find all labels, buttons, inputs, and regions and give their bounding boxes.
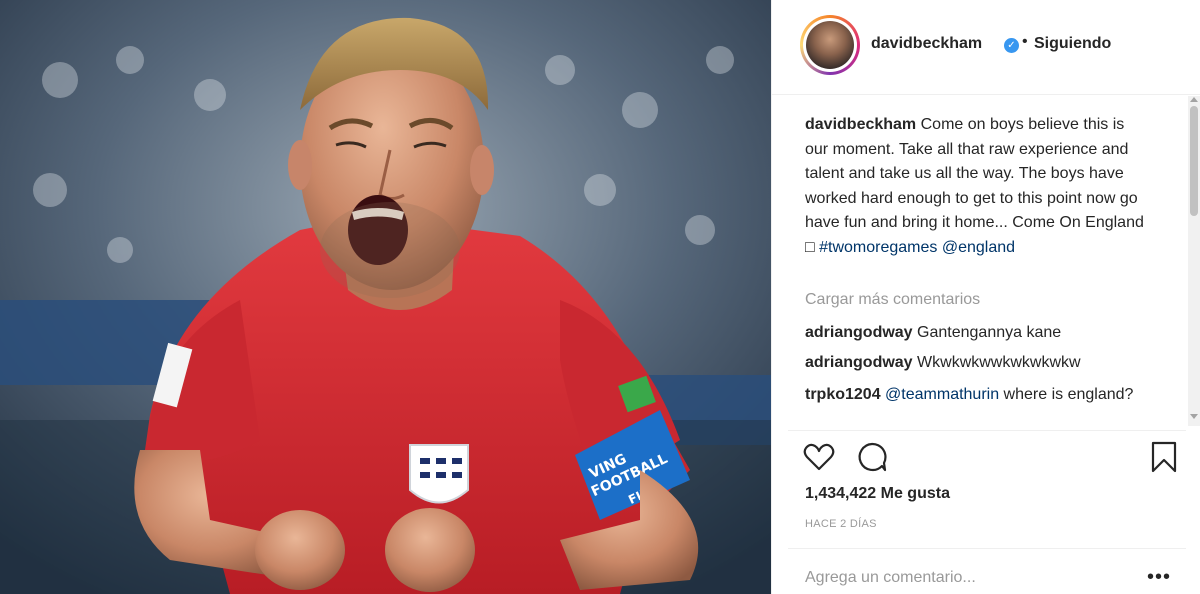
comment-text: where is england? [999, 386, 1134, 403]
post-caption: davidbeckham Come on boys believe this i… [805, 113, 1145, 260]
scroll-down-icon[interactable] [1190, 414, 1198, 419]
caption-hashtag[interactable]: #twomoregames [819, 239, 937, 256]
comment-username[interactable]: adriangodway [805, 324, 913, 341]
photo-illustration: VING FOOTBALL FIFA [0, 0, 771, 594]
comments-scrollbar[interactable] [1188, 96, 1200, 426]
load-more-comments[interactable]: Cargar más comentarios [805, 288, 980, 313]
scrollbar-thumb[interactable] [1190, 106, 1198, 216]
post-timestamp[interactable]: HACE 2 DÍAS [805, 518, 877, 530]
post-side-panel: davidbeckham ✓ • Siguiendo davidbeckham … [771, 0, 1200, 594]
header-username[interactable]: davidbeckham [871, 35, 982, 53]
save-button[interactable] [1147, 440, 1181, 474]
avatar-image [806, 21, 854, 69]
post-header: davidbeckham ✓ • Siguiendo [772, 0, 1200, 95]
caption-username[interactable]: davidbeckham [805, 116, 916, 133]
comment-item: adriangodway Gantengannya kane [805, 321, 1061, 346]
comment-mention[interactable]: @teammathurin [885, 386, 999, 403]
caption-text: Come on boys believe this is our moment.… [805, 116, 1144, 256]
comments-list[interactable]: davidbeckham Come on boys believe this i… [805, 113, 1180, 428]
likes-count[interactable]: 1,434,422 Me gusta [805, 485, 950, 503]
post-photo[interactable]: VING FOOTBALL FIFA [0, 0, 771, 594]
following-button[interactable]: Siguiendo [1034, 35, 1111, 53]
header-separator: • [1022, 33, 1028, 50]
heart-icon [803, 443, 835, 471]
avatar[interactable] [800, 15, 860, 75]
caption-mention[interactable]: @england [942, 239, 1015, 256]
comment-item: trpko1204 @teammathurin where is england… [805, 383, 1135, 408]
comment-username[interactable]: adriangodway [805, 354, 913, 371]
add-comment-input[interactable] [805, 565, 1135, 591]
verified-badge-icon: ✓ [1004, 38, 1019, 53]
comment-username[interactable]: trpko1204 [805, 386, 881, 403]
like-button[interactable] [802, 440, 836, 474]
scroll-up-icon[interactable] [1190, 97, 1198, 102]
comment-button[interactable] [855, 440, 889, 474]
comment-item: adriangodway Wkwkwkwwkwkwkwkw [805, 351, 1081, 376]
comment-text: Gantengannya kane [917, 324, 1062, 341]
bookmark-icon [1151, 441, 1177, 473]
action-bar [802, 440, 1187, 476]
comment-text: Wkwkwkwwkwkwkwkw [917, 354, 1081, 371]
divider [788, 548, 1186, 549]
divider [788, 430, 1186, 431]
more-options-icon[interactable]: ••• [1147, 566, 1171, 589]
comment-bubble-icon [858, 442, 887, 472]
